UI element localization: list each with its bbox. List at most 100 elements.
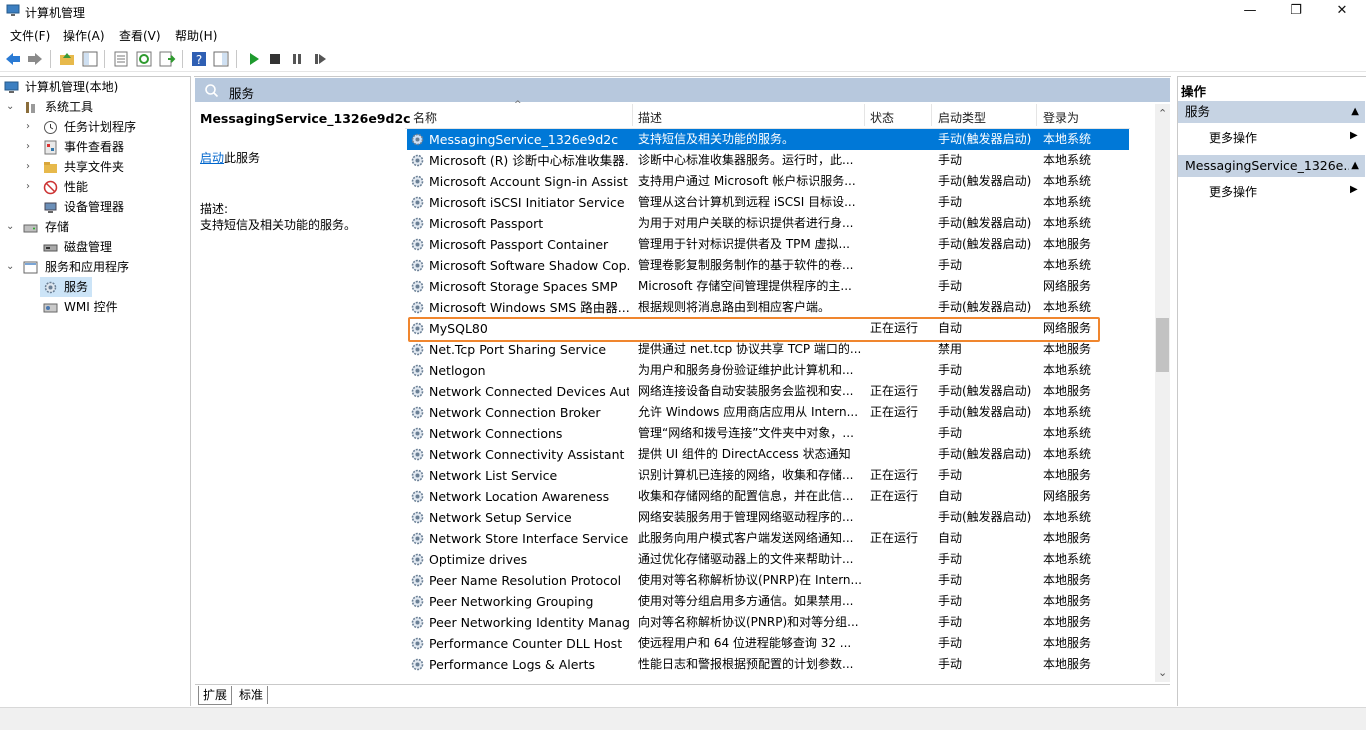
service-logon: 本地系统 (1043, 153, 1092, 167)
maximize-button[interactable]: ❐ (1273, 0, 1319, 22)
service-row[interactable]: Network Connection Broker 允许 Windows 应用商店… (407, 402, 1129, 423)
service-row[interactable]: Network Connectivity Assistant 提供 UI 组件的 … (407, 444, 1129, 465)
tree-label: 计算机管理(本地) (25, 80, 119, 94)
service-row[interactable]: MySQL80 正在运行 自动 网络服务 (407, 318, 1129, 339)
menu-action[interactable]: 操作(A) (63, 27, 105, 44)
service-row[interactable]: Netlogon 为用户和服务身份验证维护此计算机和... 手动 本地系统 (407, 360, 1129, 381)
service-row[interactable]: Microsoft Passport Container 管理用于针对标识提供者及… (407, 234, 1129, 255)
service-name: Network Location Awareness (429, 489, 610, 504)
service-row[interactable]: Optimize drives 通过优化存储驱动器上的文件来帮助计... 手动 本地系… (407, 549, 1129, 570)
chevron-right-icon[interactable]: › (26, 122, 36, 132)
service-description: 使用对等分组启用多方通信。如果禁用... (638, 594, 854, 608)
service-row[interactable]: Microsoft Windows SMS 路由器... 根据规则将消息路由到相应… (407, 297, 1129, 318)
search-gear-icon (205, 84, 219, 98)
service-row[interactable]: Performance Logs & Alerts 性能日志和警报根据预配置的计划… (407, 654, 1129, 675)
menu-view[interactable]: 查看(V) (119, 27, 161, 44)
service-name: Microsoft iSCSI Initiator Service (429, 195, 625, 210)
chevron-right-icon[interactable]: › (26, 182, 36, 192)
minimize-button[interactable]: — (1227, 0, 1273, 22)
service-row[interactable]: Microsoft (R) 诊断中心标准收集器... 诊断中心标准收集器服务。运行… (407, 150, 1129, 171)
service-row[interactable]: Net.Tcp Port Sharing Service 提供通过 net.tcp… (407, 339, 1129, 360)
service-startup-type: 手动 (938, 552, 963, 566)
service-name: Microsoft Windows SMS 路由器... (429, 300, 629, 315)
stop-service-icon[interactable] (266, 50, 284, 68)
submenu-arrow-icon[interactable]: ▶ (1350, 130, 1358, 141)
show-action-pane-icon[interactable] (212, 50, 230, 68)
gear-icon (411, 322, 424, 335)
tree-item-services[interactable]: 服务 (40, 277, 92, 297)
column-header-startup-type[interactable]: 启动类型 (938, 109, 986, 126)
service-row[interactable]: Network Connected Devices Aut... 网络连接设备自动… (407, 381, 1129, 402)
vertical-scrollbar[interactable] (1155, 104, 1170, 682)
service-description: 提供通过 net.tcp 协议共享 TCP 端口的... (638, 342, 862, 356)
refresh-icon[interactable] (135, 50, 153, 68)
scrollbar-thumb[interactable] (1156, 318, 1169, 372)
center-header-title: 服务 (229, 86, 255, 101)
service-row[interactable]: Peer Networking Identity Manag... 向对等名称解析… (407, 612, 1129, 633)
scroll-down-icon[interactable]: ⌄ (1158, 666, 1167, 679)
column-header-description[interactable]: 描述 (638, 109, 662, 126)
service-startup-type: 手动 (938, 615, 963, 629)
service-row[interactable]: Microsoft Storage Spaces SMP Microsoft 存储… (407, 276, 1129, 297)
actions-section-services[interactable]: 服务 ▲ (1178, 101, 1365, 123)
service-row[interactable]: Microsoft iSCSI Initiator Service 管理从这台计算… (407, 192, 1129, 213)
up-folder-icon[interactable] (58, 50, 76, 68)
disk-icon (43, 244, 58, 252)
service-row[interactable]: Microsoft Passport 为用于对用户关联的标识提供者进行身... 手动… (407, 213, 1129, 234)
gear-icon (411, 616, 424, 629)
start-service-link[interactable]: 启动 (200, 151, 224, 165)
back-icon[interactable] (4, 50, 22, 68)
service-row[interactable]: Network Connections 管理“网络和拨号连接”文件夹中对象，...… (407, 423, 1129, 444)
column-divider[interactable] (1036, 104, 1037, 126)
service-row[interactable]: Network List Service 识别计算机已连接的网络，收集和存储...… (407, 465, 1129, 486)
collapse-icon[interactable]: ▲ (1349, 155, 1359, 177)
submenu-arrow-icon[interactable]: ▶ (1350, 184, 1358, 195)
service-row[interactable]: Peer Networking Grouping 使用对等分组启用多方通信。如果禁… (407, 591, 1129, 612)
computer-management-icon (4, 81, 19, 93)
show-hide-tree-icon[interactable] (81, 50, 99, 68)
gear-icon (411, 637, 424, 650)
more-actions-link[interactable]: 更多操作 (1209, 129, 1257, 146)
service-row[interactable]: Performance Counter DLL Host 使远程用户和 64 位进… (407, 633, 1129, 654)
column-header-logon[interactable]: 登录为 (1043, 109, 1079, 126)
chevron-right-icon[interactable]: › (26, 142, 36, 152)
column-divider[interactable] (864, 104, 865, 126)
pause-service-icon[interactable] (288, 50, 306, 68)
tab-standard[interactable]: 标准 (235, 686, 269, 704)
menu-help[interactable]: 帮助(H) (175, 27, 217, 44)
tree-label: 事件查看器 (64, 140, 125, 154)
column-header-status[interactable]: 状态 (870, 109, 894, 126)
chevron-down-icon[interactable]: ⌄ (6, 262, 16, 272)
chevron-down-icon[interactable]: ⌄ (6, 222, 16, 232)
service-row[interactable]: Network Store Interface Service 此服务向用户模式客… (407, 528, 1129, 549)
service-row[interactable]: Peer Name Resolution Protocol 使用对等名称解析协议(… (407, 570, 1129, 591)
column-divider[interactable] (632, 104, 633, 126)
service-row[interactable]: MessagingService_1326e9d2c 支持短信及相关功能的服务。 手… (407, 129, 1129, 150)
help-icon[interactable]: ? (190, 50, 208, 68)
gear-icon (411, 301, 424, 314)
start-service-icon[interactable] (245, 50, 263, 68)
close-button[interactable]: ✕ (1319, 0, 1365, 22)
chevron-right-icon[interactable]: › (26, 162, 36, 172)
service-row[interactable]: Network Setup Service 网络安装服务用于管理网络驱动程序的..… (407, 507, 1129, 528)
collapse-icon[interactable]: ▲ (1351, 101, 1359, 123)
chevron-down-icon[interactable]: ⌄ (6, 102, 16, 112)
properties-icon[interactable] (112, 50, 130, 68)
tree-label: 系统工具 (45, 100, 94, 114)
service-row[interactable]: Network Location Awareness 收集和存储网络的配置信息，并… (407, 486, 1129, 507)
more-actions-link[interactable]: 更多操作 (1209, 183, 1257, 200)
tree-label: 共享文件夹 (64, 160, 125, 174)
section-label: MessagingService_1326e... (1185, 158, 1356, 173)
scroll-up-icon[interactable]: ⌃ (1158, 107, 1167, 120)
service-status: 正在运行 (870, 405, 919, 419)
service-row[interactable]: Microsoft Account Sign-in Assist... 支持用户通… (407, 171, 1129, 192)
tab-extended[interactable]: 扩展 (198, 686, 233, 705)
restart-service-icon[interactable] (311, 50, 329, 68)
forward-icon[interactable] (26, 50, 44, 68)
column-header-name[interactable]: 名称 (413, 109, 437, 126)
menu-file[interactable]: 文件(F) (10, 27, 50, 44)
column-divider[interactable] (931, 104, 932, 126)
service-row[interactable]: Microsoft Software Shadow Cop... 管理卷影复制服务… (407, 255, 1129, 276)
export-list-icon[interactable] (158, 50, 176, 68)
actions-section-selected-service[interactable]: MessagingService_1326e... ▲ (1178, 155, 1365, 177)
